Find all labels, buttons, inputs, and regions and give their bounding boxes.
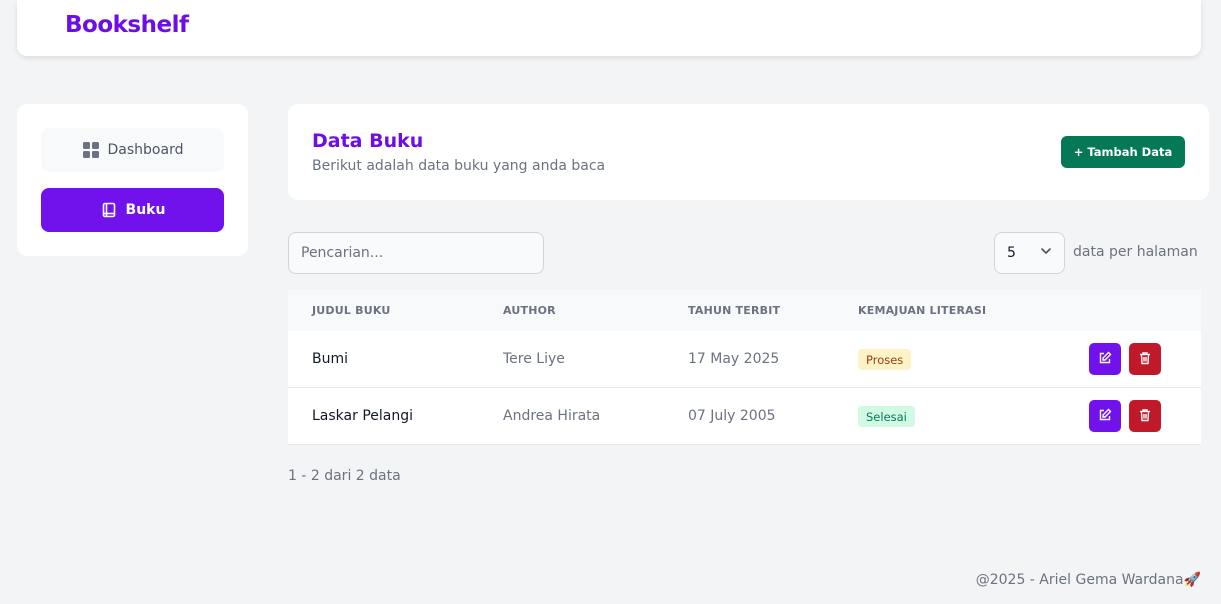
sidebar-item-label: Dashboard [107,142,184,158]
books-table: JUDUL BUKU AUTHOR TAHUN TERBIT KEMAJUAN … [288,290,1201,445]
book-date: 17 May 2025 [688,351,780,367]
book-title: Bumi [312,351,349,367]
edit-icon [1098,350,1112,369]
sidebar-item-buku[interactable]: Buku [41,188,224,232]
page-title: Data Buku [312,130,424,152]
sidebar: Dashboard Buku [17,104,248,256]
per-page-value: 5 [1007,245,1016,261]
grid-icon [82,141,100,159]
book-icon [100,201,118,219]
column-header-author: AUTHOR [503,304,556,317]
table-row: Laskar Pelangi Andrea Hirata 07 July 200… [288,388,1201,445]
footer-credit: @2025 - Ariel Gema Wardana🚀 [975,572,1201,588]
per-page-label: data per halaman [1073,244,1198,260]
edit-button[interactable] [1089,400,1121,432]
status-badge: Proses [858,349,912,370]
chevron-down-icon [1040,245,1052,261]
column-header-progress: KEMAJUAN LITERASI [858,304,987,317]
trash-icon [1138,350,1152,369]
per-page-select[interactable]: 5 [994,232,1065,274]
table-header: JUDUL BUKU AUTHOR TAHUN TERBIT KEMAJUAN … [288,290,1201,331]
delete-button[interactable] [1129,400,1161,432]
trash-icon [1138,407,1152,426]
status-badge: Selesai [858,406,915,427]
column-header-title: JUDUL BUKU [312,304,391,317]
book-date: 07 July 2005 [688,408,776,424]
book-author: Tere Liye [503,351,565,367]
sidebar-item-dashboard[interactable]: Dashboard [41,128,224,172]
edit-button[interactable] [1089,343,1121,375]
sidebar-item-label: Buku [125,202,166,218]
page-header-card: Data Buku Berikut adalah data buku yang … [288,104,1209,200]
pagination-info: 1 - 2 dari 2 data [288,468,401,484]
book-author: Andrea Hirata [503,408,601,424]
add-data-button[interactable]: + Tambah Data [1061,136,1185,168]
book-title: Laskar Pelangi [312,408,413,424]
table-row: Bumi Tere Liye 17 May 2025 Proses [288,331,1201,388]
delete-button[interactable] [1129,343,1161,375]
edit-icon [1098,407,1112,426]
top-navbar: Bookshelf [17,0,1201,56]
column-header-year: TAHUN TERBIT [688,304,781,317]
brand-logo[interactable]: Bookshelf [65,12,189,38]
search-input[interactable] [288,232,544,274]
page-subtitle: Berikut adalah data buku yang anda baca [312,158,606,174]
